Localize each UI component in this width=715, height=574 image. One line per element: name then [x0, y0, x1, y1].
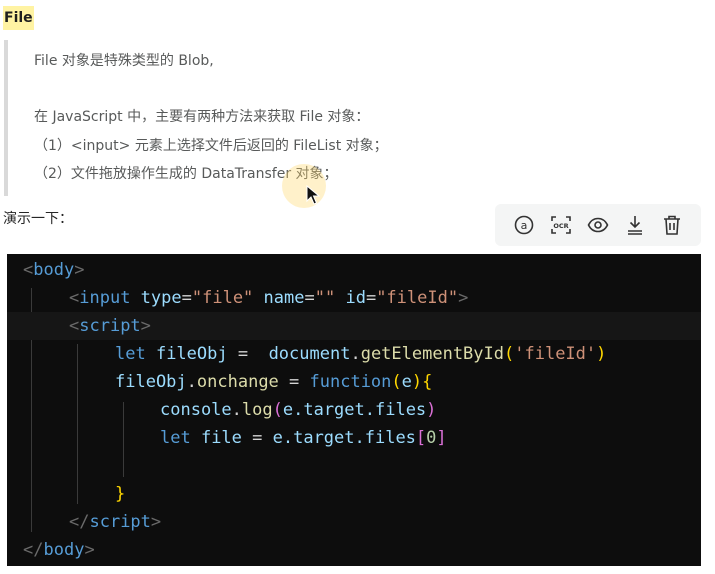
code-line-6: console.log(e.target.files) — [160, 400, 437, 420]
quote-line-2: 在 JavaScript 中，主要有两种方法来获取 File 对象： — [34, 109, 370, 125]
code-line-7: let file = e.target.files[0] — [160, 428, 447, 448]
code-line-11: </body> — [23, 540, 95, 560]
demo-label: 演示一下： — [3, 211, 73, 227]
quote-line-3: （1）<input> 元素上选择文件后返回的 FileList 对象； — [34, 138, 388, 154]
download-icon — [628, 216, 643, 235]
download-button[interactable] — [622, 212, 648, 238]
mouse-cursor-icon — [306, 185, 320, 205]
code-line-4: let fileObj = document.getElementById('f… — [115, 344, 607, 364]
ocr-icon: OCR — [550, 216, 571, 234]
code-line-10: </script> — [69, 512, 162, 532]
code-line-2: <input type="file" name="" id="fileId"> — [69, 288, 469, 308]
mention-icon: a — [514, 215, 533, 235]
quote-line-1: File 对象是特殊类型的 Blob, — [34, 53, 214, 69]
image-toolbar: a OCR — [495, 204, 701, 246]
mention-button[interactable]: a — [511, 212, 537, 238]
delete-button[interactable] — [659, 212, 685, 238]
ocr-button[interactable]: OCR — [548, 212, 574, 238]
trash-icon — [664, 215, 681, 235]
code-line-5: fileObj.onchange = function(e){ — [115, 372, 433, 392]
code-line-3: <script> — [7, 312, 701, 340]
svg-text:a: a — [520, 219, 527, 232]
code-block[interactable]: <body> <input type="file" name="" id="fi… — [7, 254, 701, 566]
section-heading: File — [3, 6, 34, 30]
code-line-1: <body> — [23, 260, 85, 280]
eye-icon — [587, 217, 609, 233]
svg-text:OCR: OCR — [553, 222, 568, 230]
preview-button[interactable] — [585, 212, 611, 238]
indent-guide — [77, 344, 78, 504]
code-line-9: } — [115, 484, 126, 504]
